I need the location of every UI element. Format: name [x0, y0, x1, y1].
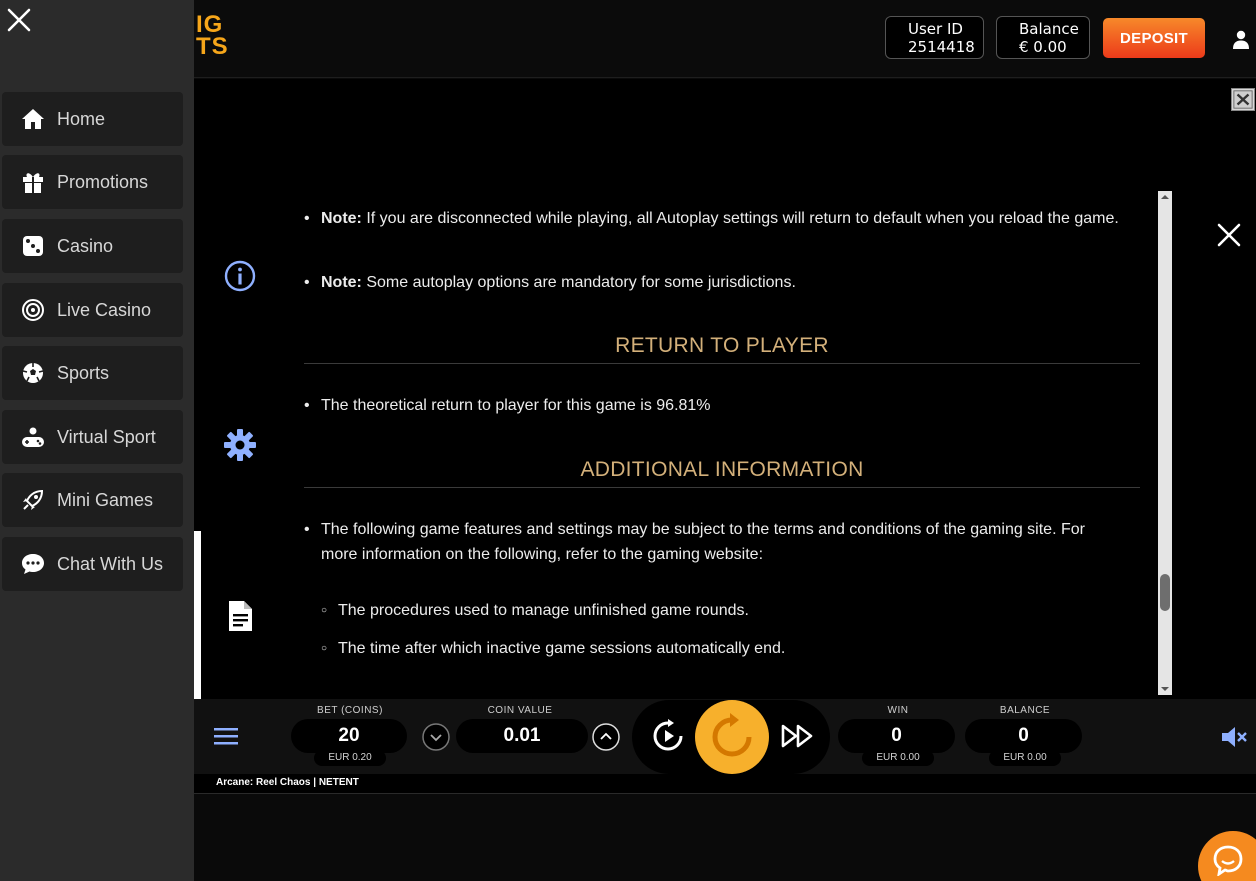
- home-icon: [21, 107, 45, 131]
- autoplay-icon[interactable]: [650, 718, 686, 754]
- site-logo[interactable]: IG TS: [196, 13, 229, 59]
- note-bold: Note:: [321, 210, 362, 227]
- divider: [304, 363, 1140, 364]
- list-item: Note: Some autoplay options are mandator…: [304, 270, 1124, 295]
- sound-muted-icon[interactable]: [1220, 724, 1248, 750]
- info-icon[interactable]: [222, 258, 258, 294]
- help-content: Note: If you are disconnected while play…: [304, 191, 1144, 699]
- document-icon[interactable]: [222, 598, 258, 634]
- coin-value-label: COIN VALUE: [487, 705, 553, 716]
- game-balance-value: 0: [965, 719, 1082, 753]
- deposit-button[interactable]: DEPOSIT: [1103, 18, 1205, 58]
- close-game-icon[interactable]: [1231, 88, 1255, 111]
- sidebar-item-label: Sports: [57, 362, 110, 383]
- rtp-heading: RETURN TO PLAYER: [615, 334, 829, 357]
- close-sidebar-icon[interactable]: [7, 8, 31, 32]
- user-icon[interactable]: [1232, 30, 1250, 50]
- sub-list-item: The procedures used to manage unfinished…: [321, 598, 1141, 623]
- user-id-value: 2514418: [908, 38, 975, 56]
- close-help-icon[interactable]: [1216, 222, 1242, 248]
- balance-value: € 0.00: [1019, 38, 1067, 56]
- sidebar-item-label: Casino: [57, 235, 114, 256]
- note-bold: Note:: [321, 274, 362, 291]
- user-id-label: User ID: [908, 20, 963, 38]
- scroll-down-icon[interactable]: [1161, 685, 1169, 693]
- spin-button[interactable]: [695, 700, 769, 774]
- sidebar-item-sports[interactable]: Sports: [2, 346, 183, 400]
- win-eur-value: EUR 0.00: [862, 750, 934, 766]
- list-item: Note: If you are disconnected while play…: [304, 206, 1124, 231]
- sidebar-item-promotions[interactable]: Promotions: [2, 155, 183, 209]
- balance-box: Balance € 0.00: [996, 16, 1090, 59]
- sidebar-item-label: Mini Games: [57, 489, 154, 510]
- sidebar-item-live-casino[interactable]: Live Casino: [2, 283, 183, 337]
- roulette-icon: [21, 298, 45, 322]
- scrollbar-track[interactable]: [1158, 191, 1172, 695]
- sidebar-item-label: Chat With Us: [57, 553, 164, 574]
- sidebar-item-home[interactable]: Home: [2, 92, 183, 146]
- list-item: The theoretical return to player for thi…: [304, 393, 1124, 418]
- balance-label: Balance: [1019, 20, 1079, 38]
- active-tab-indicator: [194, 531, 201, 699]
- sidebar-item-label: Virtual Sport: [57, 426, 156, 447]
- list-item: The following game features and settings…: [304, 517, 1124, 567]
- soccer-ball-icon: [21, 361, 45, 385]
- fast-forward-icon[interactable]: [780, 722, 816, 750]
- win-label: WIN: [887, 705, 909, 716]
- spin-icon: [712, 713, 752, 757]
- game-balance-label: BALANCE: [999, 705, 1051, 716]
- scrollbar-thumb[interactable]: [1160, 574, 1170, 611]
- increase-bet-icon[interactable]: [591, 722, 621, 752]
- decrease-bet-icon[interactable]: [421, 722, 451, 752]
- sidebar-item-label: Live Casino: [57, 299, 152, 320]
- win-value: 0: [838, 719, 955, 753]
- additional-info-heading: ADDITIONAL INFORMATION: [580, 458, 864, 481]
- divider: [304, 487, 1140, 488]
- game-title: Arcane: Reel Chaos | NETENT: [216, 777, 359, 788]
- game-balance-eur-value: EUR 0.00: [989, 750, 1061, 766]
- game-frame-top: [194, 79, 1256, 191]
- chat-icon: [1213, 845, 1243, 876]
- bet-eur-value: EUR 0.20: [314, 750, 386, 766]
- note-text: If you are disconnected while playing, a…: [361, 210, 1119, 227]
- dice-icon: [21, 234, 45, 258]
- user-id-box: User ID 2514418: [885, 16, 984, 59]
- bet-value[interactable]: 20: [291, 719, 407, 753]
- bet-label: BET (COINS): [317, 705, 383, 716]
- scroll-up-icon[interactable]: [1161, 193, 1169, 201]
- sidebar-item-mini-games[interactable]: Mini Games: [2, 473, 183, 527]
- coin-value[interactable]: 0.01: [456, 719, 588, 753]
- sub-list-item: The time after which inactive game sessi…: [321, 636, 1141, 661]
- gift-icon: [21, 170, 45, 194]
- settings-gear-icon[interactable]: [222, 427, 258, 463]
- menu-icon[interactable]: [214, 727, 238, 745]
- sidebar-item-label: Home: [57, 108, 106, 129]
- rocket-icon: [21, 488, 45, 512]
- note-text: Some autoplay options are mandatory for …: [361, 274, 796, 291]
- chat-icon: [21, 552, 45, 576]
- gamepad-icon: [21, 425, 45, 449]
- live-chat-button[interactable]: [1198, 831, 1256, 881]
- sidebar-item-casino[interactable]: Casino: [2, 219, 183, 273]
- sidebar-item-chat-with-us[interactable]: Chat With Us: [2, 537, 183, 591]
- sidebar-item-virtual-sport[interactable]: Virtual Sport: [2, 410, 183, 464]
- sidebar-item-label: Promotions: [57, 171, 149, 192]
- sidebar: Home Promotions Casino Live Casino Sport…: [0, 0, 194, 881]
